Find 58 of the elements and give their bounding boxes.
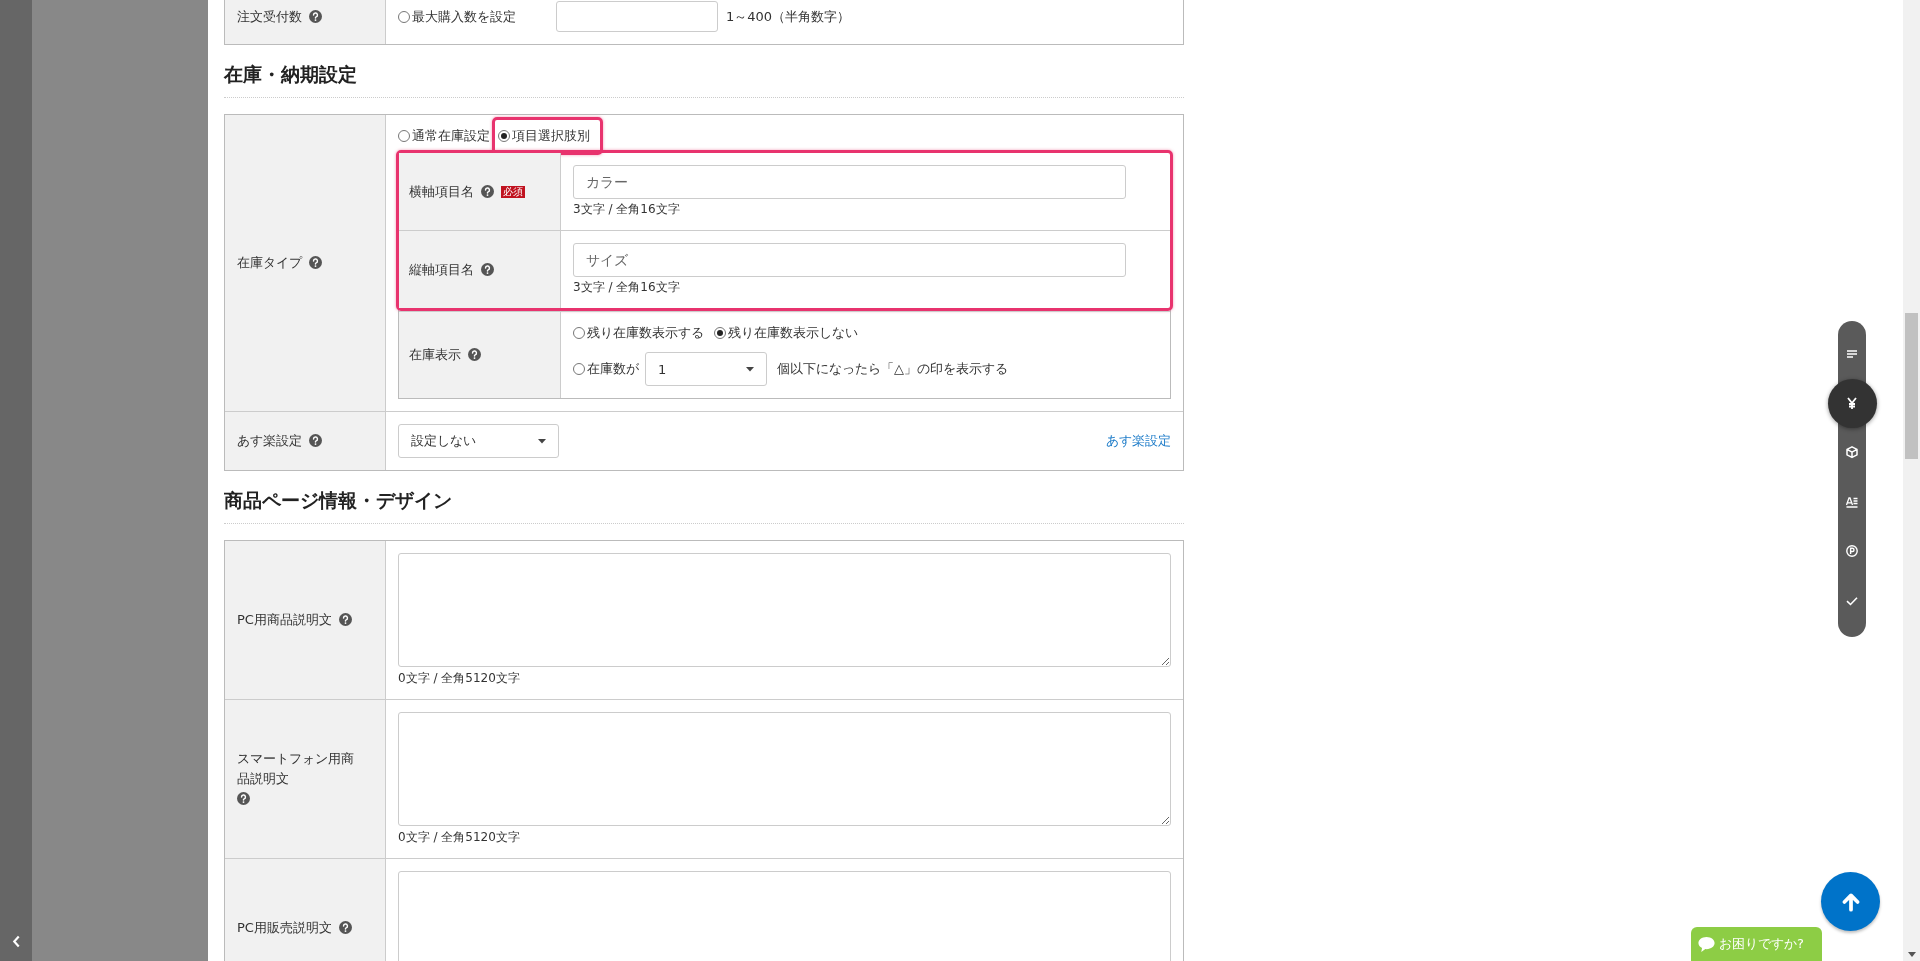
field-label: 在庫表示	[409, 346, 461, 364]
radio-option[interactable]: 最大購入数を設定	[398, 7, 516, 26]
help-icon[interactable]	[481, 262, 494, 276]
scrollbar-thumb[interactable]	[1905, 313, 1918, 459]
radio-button[interactable]	[398, 130, 410, 142]
help-icon[interactable]	[338, 921, 352, 934]
char-counter: 3文字 / 全角16文字	[573, 201, 681, 218]
help-icon[interactable]	[237, 792, 250, 805]
dropdown-select[interactable]: 設定しない	[398, 424, 559, 458]
radio-button[interactable]	[573, 327, 585, 339]
nav-item[interactable]	[1827, 378, 1877, 428]
cube-icon	[1845, 445, 1859, 460]
radio-option[interactable]: 項目選択肢別	[498, 127, 590, 145]
help-icon[interactable]	[309, 434, 322, 447]
field-label: 横軸項目名	[409, 182, 474, 201]
help-icon[interactable]	[309, 9, 322, 23]
field-label: 縦軸項目名	[409, 260, 474, 279]
radio-option[interactable]: 在庫数が	[573, 360, 639, 378]
radio-option[interactable]: 残り在庫数表示する	[573, 324, 704, 342]
settings-link[interactable]: あす楽設定	[1106, 432, 1171, 450]
radio-button[interactable]	[398, 10, 410, 23]
help-icon[interactable]	[309, 256, 322, 269]
field-label: PC用販売説明文	[237, 919, 332, 937]
field-label: 在庫タイプ	[237, 254, 302, 272]
scrollbar[interactable]	[1903, 0, 1920, 961]
radio-option[interactable]: 残り在庫数表示しない	[714, 324, 858, 342]
caret-icon	[538, 438, 546, 444]
caret-icon	[746, 366, 754, 372]
text-format-icon	[1845, 494, 1859, 509]
required-badge: 必須	[501, 185, 525, 198]
threshold-text: 個以下になったら「△」の印を表示する	[777, 360, 1008, 378]
chevron-left-icon[interactable]	[11, 935, 21, 948]
input-hint: 1～400（半角数字）	[726, 7, 851, 26]
help-icon[interactable]	[481, 184, 494, 198]
number-field[interactable]	[556, 1, 718, 32]
coin-icon	[1845, 544, 1859, 559]
radio-button[interactable]	[573, 363, 585, 375]
char-counter: 0文字 / 全角5120文字	[398, 829, 521, 846]
section-heading: 在庫・納期設定	[224, 61, 1184, 98]
field-label: あす楽設定	[237, 432, 302, 450]
scroll-down-icon[interactable]	[1907, 952, 1916, 957]
field-label: スマートフォン用商品説明文	[237, 750, 355, 788]
field-label: PC用商品説明文	[237, 611, 332, 629]
text-field[interactable]: サイズ	[573, 243, 1126, 277]
field-label: 注文受付数	[237, 7, 302, 26]
radio-option[interactable]: 通常在庫設定	[398, 127, 490, 145]
radio-button[interactable]	[714, 327, 726, 339]
quantity-select[interactable]: 1	[645, 352, 767, 386]
char-counter: 3文字 / 全角16文字	[573, 279, 681, 296]
text-field[interactable]: カラー	[573, 165, 1126, 199]
yen-icon	[1845, 396, 1859, 410]
scroll-top-button[interactable]	[1821, 872, 1880, 931]
speech-bubble-icon	[1697, 934, 1716, 954]
section-heading: 商品ページ情報・デザイン	[224, 487, 1184, 524]
char-counter: 0文字 / 全角5120文字	[398, 670, 521, 687]
help-icon[interactable]	[468, 348, 481, 361]
radio-button[interactable]	[498, 130, 510, 142]
help-icon[interactable]	[338, 613, 352, 626]
